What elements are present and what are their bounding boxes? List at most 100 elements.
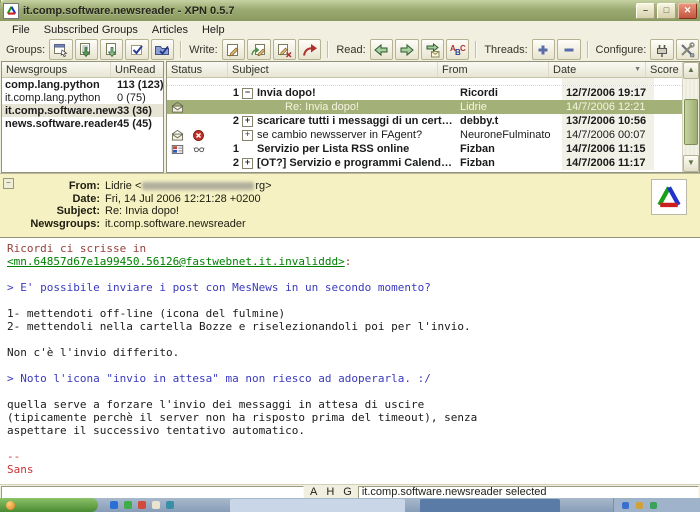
header-field-value: Fri, 14 Jul 2006 12:21:28 +0200 (105, 193, 261, 206)
body-text: aspettare il successivo tentativo automa… (7, 424, 305, 437)
column-header-date[interactable]: Date (549, 62, 646, 77)
menu-articles[interactable]: Articles (145, 23, 195, 37)
toolbar-label-configure: Configure: (596, 44, 647, 56)
compose-button[interactable] (222, 39, 245, 60)
tray-icon[interactable] (636, 502, 643, 509)
quick-launch-icon[interactable] (138, 501, 146, 509)
settings-button[interactable] (676, 39, 699, 60)
censored-email (142, 182, 254, 190)
quick-launch-icon[interactable] (110, 501, 118, 509)
quick-launch-icon[interactable] (166, 501, 174, 509)
next-unread-icon (424, 42, 440, 58)
catchup-button[interactable] (151, 39, 174, 60)
header-field-value: Re: Invia dopo! (105, 205, 179, 218)
body-line: (tipicamente perchè il server non ha ris… (7, 411, 700, 424)
newsgroup-row[interactable]: it.comp.lang.python0 (75) (2, 91, 163, 104)
reply-button[interactable] (247, 39, 270, 60)
minimize-button[interactable] (636, 3, 655, 19)
expand-thread-button[interactable] (532, 39, 555, 60)
collapse-icon[interactable] (242, 88, 253, 99)
abc-button[interactable]: ABC (446, 39, 469, 60)
scroll-down-icon[interactable] (683, 155, 699, 172)
body-text: quella serve a forzare l'invio dei messa… (7, 398, 424, 411)
message-row[interactable]: 1Invia dopo!Ricordi12/7/2006 19:17 (167, 86, 682, 100)
menu-help[interactable]: Help (195, 23, 232, 37)
connect-icon (654, 42, 670, 58)
expand-icon[interactable] (242, 116, 253, 127)
message-score-cell (654, 128, 682, 142)
column-header-newsgroups[interactable]: Newsgroups (2, 62, 111, 77)
body-line: <mn.64857d67e1a99450.56126@fastwebnet.it… (7, 255, 700, 268)
quick-launch-icon[interactable] (152, 501, 160, 509)
column-header-unread[interactable]: UnRead (111, 62, 163, 77)
column-header-score[interactable]: Score (646, 62, 682, 77)
download-headers-button[interactable] (75, 39, 98, 60)
toolbar-separator (327, 41, 329, 58)
task-button-active[interactable] (420, 499, 560, 512)
start-icon (6, 501, 15, 510)
message-date-cell: 14/7/2006 12:21 (562, 100, 654, 114)
download-bodies-icon (104, 42, 120, 58)
message-row[interactable]: se cambio newsserver in FAgent?NeuroneFu… (167, 128, 682, 142)
tray-icon[interactable] (650, 502, 657, 509)
body-text (7, 359, 14, 372)
maximize-button[interactable] (657, 3, 676, 19)
mark-read-button[interactable] (125, 39, 148, 60)
prev-article-icon (373, 42, 389, 58)
message-subject-cell: 2[OT?] Servizio e programmi Calendario O… (222, 156, 456, 170)
message-row[interactable]: 2[OT?] Servizio e programmi Calendario O… (167, 156, 682, 170)
prev-article-button[interactable] (370, 39, 393, 60)
forward-button[interactable] (298, 39, 321, 60)
header-field-label: Date: (0, 193, 105, 206)
message-from-cell: debby.t (456, 114, 562, 128)
subscribe-groups-button[interactable] (49, 39, 72, 60)
toolbar-separator (475, 41, 477, 58)
start-button[interactable] (0, 498, 98, 512)
menu-subscribed-groups[interactable]: Subscribed Groups (37, 23, 145, 37)
newsgroup-row[interactable]: it.comp.software.newsreader33 (36) (2, 104, 163, 117)
next-article-button[interactable] (395, 39, 418, 60)
newsgroup-row[interactable]: news.software.readers45 (45) (2, 117, 163, 130)
collapse-thread-button[interactable] (557, 39, 580, 60)
expand-icon[interactable] (242, 158, 253, 169)
body-text: -- (7, 450, 20, 463)
message-id-link[interactable]: <mn.64857d67e1a99450.56126@fastwebnet.it… (7, 255, 345, 268)
column-header-status[interactable]: Status (167, 62, 228, 77)
message-row[interactable]: 1Servizio per Lista RSS onlineFizban14/7… (167, 142, 682, 156)
tray-icon[interactable] (622, 502, 629, 509)
message-score-cell (654, 86, 682, 100)
menu-file[interactable]: File (5, 23, 37, 37)
newsgroup-row[interactable]: comp.lang.python113 (123) (2, 78, 163, 91)
settings-icon (679, 42, 695, 58)
message-row[interactable]: 2scaricare tutti i messaggi di un certo … (167, 114, 682, 128)
followup-button[interactable] (273, 39, 296, 60)
title-bar: it.comp.software.newsreader - XPN 0.5.7 (0, 0, 700, 22)
scroll-up-icon[interactable] (683, 62, 699, 79)
followup-icon (276, 42, 292, 58)
scrollbar-thumb[interactable] (684, 99, 698, 145)
message-list-scrollbar (682, 62, 699, 172)
toolbar-label-groups: Groups: (6, 44, 45, 56)
column-header-from[interactable]: From (438, 62, 549, 77)
close-button[interactable] (678, 3, 697, 19)
message-list: 1Invia dopo!Ricordi12/7/2006 19:17Re: In… (167, 78, 682, 170)
message-row[interactable] (167, 78, 682, 86)
task-button[interactable] (230, 499, 405, 512)
message-list-panel: StatusSubjectFromDateScore 1Invia dopo!R… (166, 61, 700, 173)
header-field-row: Subject:Re: Invia dopo! (0, 205, 272, 218)
expand-icon[interactable] (242, 130, 253, 141)
connect-button[interactable] (650, 39, 673, 60)
quick-launch-icon[interactable] (124, 501, 132, 509)
body-line: quella serve a forzare l'invio dei messa… (7, 398, 700, 411)
scrollbar-track[interactable] (683, 79, 699, 155)
collapse-thread-icon (561, 42, 577, 58)
message-row[interactable]: Re: Invia dopo!Lidrie14/7/2006 12:21 (167, 100, 682, 114)
message-score-cell (654, 142, 682, 156)
message-status-cell (167, 78, 222, 85)
body-text: Ricordi ci scrisse in (7, 242, 146, 255)
column-header-subject[interactable]: Subject (228, 62, 438, 77)
status-indicator-g: G (343, 486, 352, 498)
download-bodies-button[interactable] (100, 39, 123, 60)
next-unread-button[interactable] (421, 39, 444, 60)
subject-text: Invia dopo! (257, 87, 316, 99)
